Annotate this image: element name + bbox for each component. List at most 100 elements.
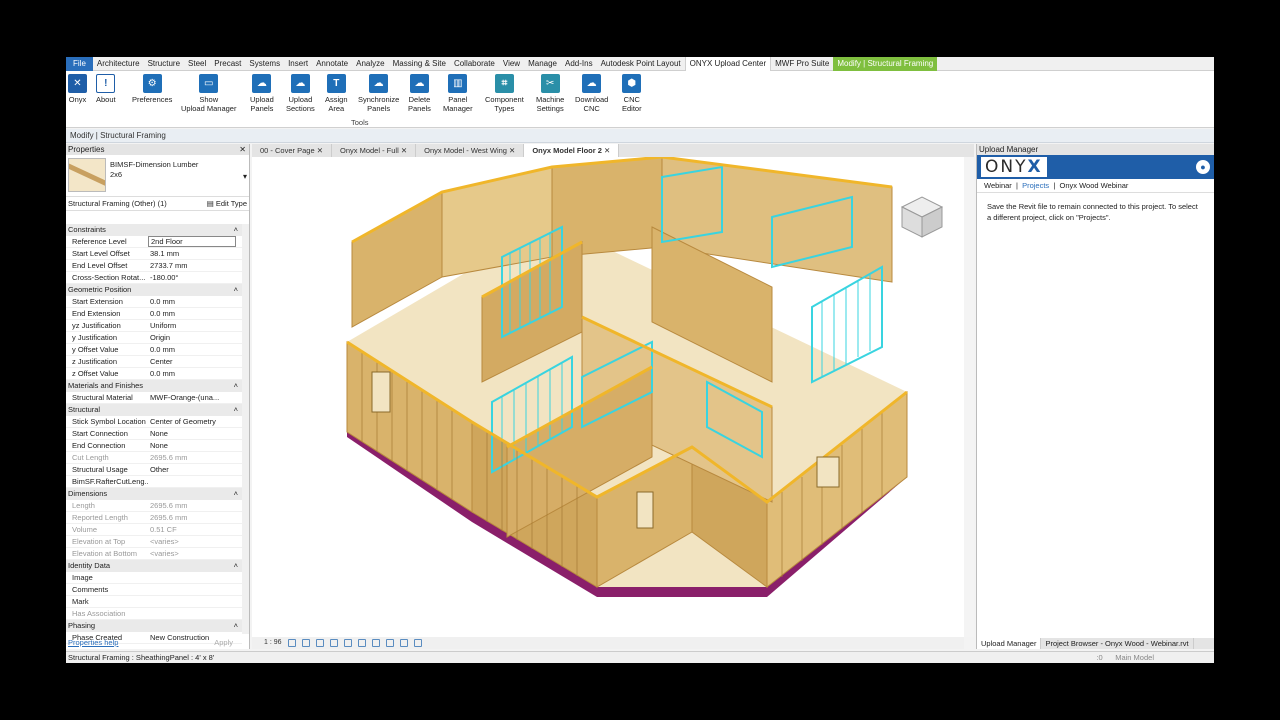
ribbon-tab-modify-structural-framing[interactable]: Modify | Structural Framing xyxy=(833,57,938,71)
property-value[interactable]: 2733.7 mm xyxy=(148,260,242,271)
panel-manager-button[interactable]: ▥ Panel Manager xyxy=(443,74,473,113)
property-group-materials-and-finishes[interactable]: Materials and Finishes ˄ xyxy=(66,380,242,392)
property-value[interactable]: 0.0 mm xyxy=(148,308,242,319)
collapse-icon[interactable]: ˄ xyxy=(234,560,238,572)
sun-path-icon[interactable] xyxy=(315,639,324,647)
edit-type-button[interactable]: ▤ Edit Type xyxy=(207,199,247,208)
view-scale[interactable]: 1 : 96 xyxy=(264,637,282,649)
property-value[interactable]: 2695.6 mm xyxy=(148,512,242,523)
properties-scrollbar[interactable] xyxy=(242,224,249,634)
user-icon[interactable]: ● xyxy=(1196,160,1210,174)
ribbon-tab-collaborate[interactable]: Collaborate xyxy=(450,57,499,71)
crumb-projects[interactable]: Projects xyxy=(1022,181,1049,190)
property-row[interactable]: Elevation at Bottom <varies> xyxy=(66,548,242,560)
property-value[interactable]: 0.0 mm xyxy=(148,344,242,355)
instance-filter[interactable]: Structural Framing (Other) (1) ▤ Edit Ty… xyxy=(66,197,249,211)
reveal-hidden-icon[interactable] xyxy=(399,639,408,647)
property-group-structural[interactable]: Structural ˄ xyxy=(66,404,242,416)
property-value[interactable]: 0.0 mm xyxy=(148,368,242,379)
main-model-selector[interactable]: Main Model xyxy=(1115,653,1154,662)
property-value[interactable]: None xyxy=(148,440,242,451)
hide-isolate-icon[interactable] xyxy=(385,639,394,647)
ribbon-tab-analyze[interactable]: Analyze xyxy=(352,57,388,71)
property-value[interactable]: 2695.6 mm xyxy=(148,500,242,511)
close-icon[interactable]: ✕ xyxy=(399,146,407,155)
property-value[interactable] xyxy=(148,476,242,487)
property-row[interactable]: Structural Usage Other xyxy=(66,464,242,476)
property-group-geometric-position[interactable]: Geometric Position ˄ xyxy=(66,284,242,296)
ribbon-tab-architecture[interactable]: Architecture xyxy=(93,57,144,71)
download-cnc-button[interactable]: ☁ Download CNC xyxy=(575,74,608,113)
properties-help-link[interactable]: Properties help xyxy=(68,638,118,649)
model-canvas[interactable] xyxy=(252,157,964,637)
bottom-tab[interactable]: Project Browser - Onyx Wood - Webinar.rv… xyxy=(1041,638,1194,649)
canvas-scrollbar[interactable] xyxy=(964,157,974,637)
close-icon[interactable]: ✕ xyxy=(315,146,323,155)
visual-style-icon[interactable] xyxy=(301,639,310,647)
view-tab[interactable]: 00 - Cover Page ✕ xyxy=(252,144,332,157)
view-tab[interactable]: Onyx Model Floor 2 ✕ xyxy=(524,144,620,157)
property-row[interactable]: Volume 0.51 CF xyxy=(66,524,242,536)
property-value[interactable]: 2695.6 mm xyxy=(148,452,242,463)
property-value[interactable]: <varies> xyxy=(148,548,242,559)
ribbon-tab-structure[interactable]: Structure xyxy=(144,57,184,71)
close-icon[interactable]: ✕ xyxy=(602,146,610,155)
property-row[interactable]: Structural Material MWF-Orange-(una... xyxy=(66,392,242,404)
type-selector[interactable]: BIMSF-Dimension Lumber 2x6 ▾ xyxy=(66,155,249,197)
property-row[interactable]: Image xyxy=(66,572,242,584)
property-value[interactable] xyxy=(148,608,242,619)
view-tab[interactable]: Onyx Model - Full ✕ xyxy=(332,144,417,157)
property-value[interactable]: 0.51 CF xyxy=(148,524,242,535)
property-row[interactable]: Start Level Offset 38.1 mm xyxy=(66,248,242,260)
property-group-identity-data[interactable]: Identity Data ˄ xyxy=(66,560,242,572)
property-row[interactable]: Length 2695.6 mm xyxy=(66,500,242,512)
property-row[interactable]: Cut Length 2695.6 mm xyxy=(66,452,242,464)
property-value[interactable]: 2nd Floor xyxy=(148,236,236,247)
property-group-dimensions[interactable]: Dimensions ˄ xyxy=(66,488,242,500)
bottom-tab[interactable]: Upload Manager xyxy=(977,638,1042,649)
property-row[interactable]: End Connection None xyxy=(66,440,242,452)
property-group-constraints[interactable]: Constraints ˄ xyxy=(66,224,242,236)
apply-button[interactable]: Apply xyxy=(214,638,247,649)
preferences-button[interactable]: ⚙ Preferences xyxy=(132,74,172,104)
property-row[interactable]: y Justification Origin xyxy=(66,332,242,344)
property-value[interactable]: MWF-Orange-(una... xyxy=(148,392,242,403)
collapse-icon[interactable]: ˄ xyxy=(234,620,238,632)
detail-level-icon[interactable] xyxy=(287,639,296,647)
property-value[interactable]: Uniform xyxy=(148,320,242,331)
cnc-editor-button[interactable]: ⬢ CNC Editor xyxy=(622,74,642,113)
close-icon[interactable]: ✕ xyxy=(507,146,515,155)
ribbon-tab-annotate[interactable]: Annotate xyxy=(312,57,352,71)
property-value[interactable]: Center of Geometry xyxy=(148,416,242,427)
ribbon-tab-view[interactable]: View xyxy=(499,57,524,71)
delete-panels-button[interactable]: ☁ Delete Panels xyxy=(408,74,431,113)
view-tab[interactable]: Onyx Model - West Wing ✕ xyxy=(416,144,525,157)
ribbon-tab-mwf-pro-suite[interactable]: MWF Pro Suite xyxy=(771,57,833,71)
property-row[interactable]: Stick Symbol Location Center of Geometry xyxy=(66,416,242,428)
property-row[interactable]: Elevation at Top <varies> xyxy=(66,536,242,548)
property-row[interactable]: z Justification Center xyxy=(66,356,242,368)
synchronize-panels-button[interactable]: ☁ Synchronize Panels xyxy=(358,74,399,113)
ribbon-tab-insert[interactable]: Insert xyxy=(284,57,312,71)
analytical-model-icon[interactable] xyxy=(413,639,422,647)
ribbon-tab-steel[interactable]: Steel xyxy=(184,57,210,71)
property-row[interactable]: Comments xyxy=(66,584,242,596)
collapse-icon[interactable]: ˄ xyxy=(234,380,238,392)
property-value[interactable]: Center xyxy=(148,356,242,367)
upload-sections-button[interactable]: ☁ Upload Sections xyxy=(286,74,315,113)
collapse-icon[interactable]: ˄ xyxy=(234,488,238,500)
ribbon-tab-add-ins[interactable]: Add-Ins xyxy=(561,57,597,71)
close-icon[interactable]: ✕ xyxy=(239,144,246,155)
property-group-phasing[interactable]: Phasing ˄ xyxy=(66,620,242,632)
chevron-down-icon[interactable]: ▾ xyxy=(243,172,247,181)
shadows-icon[interactable] xyxy=(329,639,338,647)
component-types-button[interactable]: ⌗ Component Types xyxy=(485,74,524,113)
ribbon-tab-systems[interactable]: Systems xyxy=(245,57,284,71)
crop-view-icon[interactable] xyxy=(357,639,366,647)
property-row[interactable]: y Offset Value 0.0 mm xyxy=(66,344,242,356)
property-row[interactable]: z Offset Value 0.0 mm xyxy=(66,368,242,380)
ribbon-tab-onyx-upload-center[interactable]: ONYX Upload Center xyxy=(684,57,772,71)
collapse-icon[interactable]: ˄ xyxy=(234,224,238,236)
property-row[interactable]: Start Extension 0.0 mm xyxy=(66,296,242,308)
property-row[interactable]: End Extension 0.0 mm xyxy=(66,308,242,320)
